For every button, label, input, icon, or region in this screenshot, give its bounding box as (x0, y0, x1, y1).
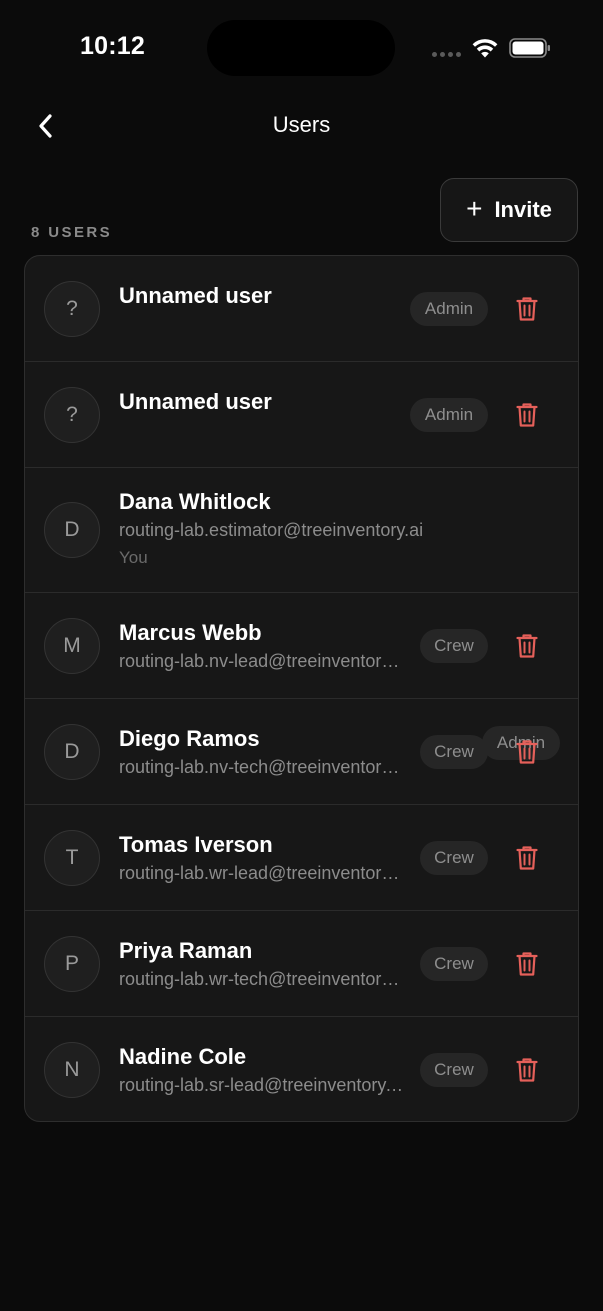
user-email: routing-lab.nv-lead@treeinventory.ai (119, 651, 404, 671)
avatar: D (44, 724, 100, 780)
trash-icon (516, 297, 538, 321)
user-row[interactable]: ? Unnamed user Admin (25, 256, 578, 362)
user-name: Tomas Iverson (119, 832, 273, 857)
status-time: 10:12 (80, 32, 145, 60)
user-info: Priya Raman routing-lab.wr-tech@treeinve… (119, 937, 409, 992)
user-info: Unnamed user (119, 388, 409, 416)
trash-icon (516, 740, 538, 764)
trash-icon (516, 403, 538, 427)
avatar: ? (44, 387, 100, 443)
role-badge[interactable]: Crew (420, 947, 488, 981)
delete-user-button[interactable] (513, 1054, 541, 1086)
user-info: Diego Ramos routing-lab.nv-tech@treeinve… (119, 725, 409, 780)
user-name: Marcus Webb (119, 620, 262, 645)
delete-user-button[interactable] (513, 842, 541, 874)
role-badge[interactable]: Crew (420, 1053, 488, 1087)
plus-icon: + (466, 192, 483, 224)
user-email: routing-lab.wr-tech@treeinventory.ai (119, 969, 404, 989)
page-title: Users (272, 112, 331, 137)
user-name: Unnamed user (119, 389, 272, 414)
avatar: ? (44, 281, 100, 337)
user-name: Priya Raman (119, 938, 253, 963)
invite-button[interactable]: + Invite (440, 178, 578, 242)
nav-bar: Users (0, 96, 603, 158)
user-info: Unnamed user (119, 282, 409, 310)
current-user-label: You (119, 548, 148, 567)
battery-icon (509, 38, 550, 58)
user-email: routing-lab.sr-lead@treeinventory.ai (119, 1075, 404, 1095)
role-badge[interactable]: Crew (420, 629, 488, 663)
avatar: P (44, 936, 100, 992)
user-row-self[interactable]: D Dana Whitlock routing-lab.estimator@tr… (25, 468, 578, 760)
delete-user-button[interactable] (513, 736, 541, 768)
trash-icon (516, 846, 538, 870)
user-name: Nadine Cole (119, 1044, 247, 1069)
user-name: Unnamed user (119, 283, 272, 308)
trash-icon (516, 634, 538, 658)
role-badge[interactable]: Crew (420, 735, 488, 769)
user-info: Dana Whitlock routing-lab.estimator@tree… (119, 488, 479, 571)
user-email: routing-lab.wr-lead@treeinventory.ai (119, 863, 404, 883)
avatar: D (44, 502, 100, 558)
cellular-signal-icon (432, 52, 461, 57)
role-badge[interactable]: Admin (410, 292, 488, 326)
user-name: Dana Whitlock (119, 489, 271, 514)
status-bar: 10:12 (0, 0, 603, 96)
avatar: N (44, 1042, 100, 1098)
avatar: M (44, 618, 100, 674)
delete-user-button[interactable] (513, 630, 541, 662)
user-name: Diego Ramos (119, 726, 260, 751)
role-badge[interactable]: Crew (420, 841, 488, 875)
user-row[interactable]: T Tomas Iverson routing-lab.wr-lead@tree… (25, 805, 578, 911)
users-count: 8 USERS (31, 224, 112, 241)
invite-label: Invite (494, 197, 552, 222)
user-row[interactable]: P Priya Raman routing-lab.wr-tech@treein… (25, 911, 578, 1017)
dynamic-island (207, 20, 395, 76)
delete-user-button[interactable] (513, 948, 541, 980)
user-row[interactable]: ? Unnamed user Admin (25, 362, 578, 468)
avatar: T (44, 830, 100, 886)
trash-icon (516, 952, 538, 976)
delete-user-button[interactable] (513, 399, 541, 431)
delete-user-button[interactable] (513, 293, 541, 325)
user-row[interactable]: N Nadine Cole routing-lab.sr-lead@treein… (25, 1017, 578, 1121)
user-row[interactable]: M Marcus Webb routing-lab.nv-lead@treein… (25, 593, 578, 699)
user-row[interactable]: D Diego Ramos routing-lab.nv-tech@treein… (25, 699, 578, 805)
user-info: Marcus Webb routing-lab.nv-lead@treeinve… (119, 619, 409, 674)
user-email: routing-lab.estimator@treeinventory.ai (119, 520, 424, 540)
trash-icon (516, 1058, 538, 1082)
user-info: Nadine Cole routing-lab.sr-lead@treeinve… (119, 1043, 409, 1098)
role-badge[interactable]: Admin (410, 398, 488, 432)
wifi-icon (472, 39, 498, 58)
user-email: routing-lab.nv-tech@treeinventory.ai (119, 757, 404, 777)
user-info: Tomas Iverson routing-lab.wr-lead@treein… (119, 831, 409, 886)
user-list: ? Unnamed user Admin ? Unnamed user Admi… (24, 255, 579, 1122)
